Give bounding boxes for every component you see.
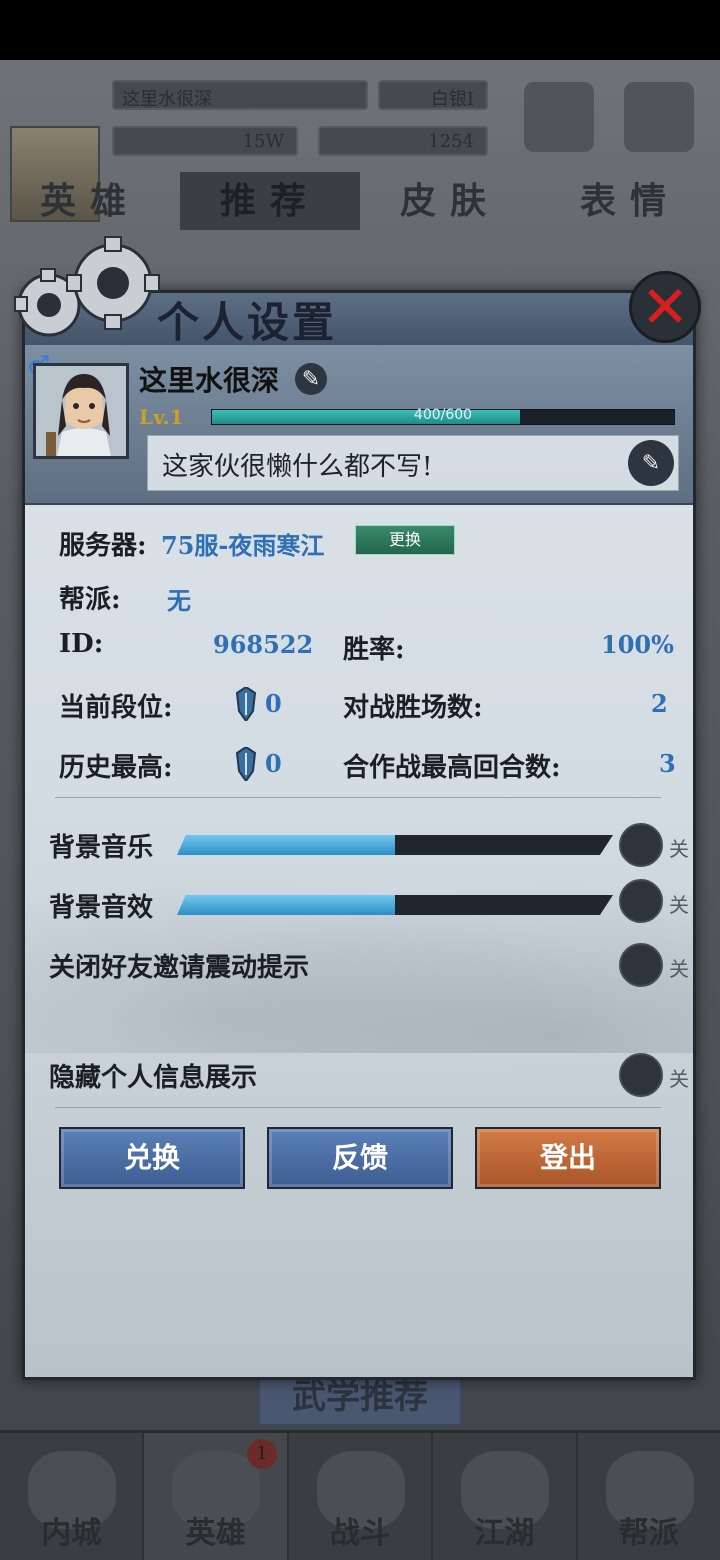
server-value: 75服-夜雨寒江 bbox=[161, 531, 325, 560]
status-bar bbox=[0, 0, 720, 60]
server-label: 服务器: bbox=[59, 531, 147, 561]
divider bbox=[55, 797, 661, 798]
current-rank-label: 当前段位: bbox=[59, 693, 173, 723]
nav-guild[interactable]: 帮派 bbox=[578, 1433, 720, 1560]
sfx-toggle[interactable] bbox=[619, 879, 663, 923]
feedback-button[interactable]: 反馈 bbox=[267, 1127, 453, 1189]
wins-value: 2 bbox=[651, 689, 668, 718]
currency-value-1: 15W bbox=[242, 131, 284, 152]
exp-text: 400/600 bbox=[413, 407, 473, 423]
nav-battle-label: 战斗 bbox=[330, 1516, 391, 1551]
divider bbox=[55, 1107, 661, 1108]
bottom-nav: 内城 英雄 1 战斗 江湖 帮派 bbox=[0, 1430, 720, 1560]
nickname: 这里水很深 bbox=[139, 364, 280, 397]
avatar[interactable] bbox=[33, 363, 129, 459]
currency-value-2: 1254 bbox=[428, 131, 474, 152]
wins-label: 对战胜场数: bbox=[343, 693, 483, 723]
hero-tabs: 英雄 推荐 皮肤 表情 bbox=[0, 172, 720, 230]
music-slider[interactable] bbox=[177, 835, 613, 855]
slider-fill bbox=[177, 835, 395, 855]
nav-battle[interactable]: 战斗 bbox=[289, 1433, 434, 1560]
settings-gear-icon[interactable] bbox=[624, 82, 694, 152]
slider-fill bbox=[177, 895, 395, 915]
tab-recommend[interactable]: 推荐 bbox=[180, 172, 360, 230]
tab-skins[interactable]: 皮肤 bbox=[360, 172, 540, 230]
nav-heroes[interactable]: 英雄 1 bbox=[144, 1433, 289, 1560]
personal-settings-dialog: 个人设置 ✕ ♂ 这里水很深 ✎ Lv.1 400 bbox=[14, 236, 701, 1380]
exp-bar: 400/600 bbox=[211, 407, 675, 425]
currency-bar-2: 1254 bbox=[318, 126, 488, 156]
redeem-button[interactable]: 兑换 bbox=[59, 1127, 245, 1189]
gear-icon bbox=[14, 236, 160, 337]
id-value: 968522 bbox=[213, 630, 314, 659]
music-label: 背景音乐 bbox=[49, 833, 154, 863]
close-button[interactable]: ✕ bbox=[629, 271, 701, 343]
player-name-bar: 这里水很深 bbox=[112, 80, 368, 110]
music-toggle[interactable] bbox=[619, 823, 663, 867]
tab-emotes[interactable]: 表情 bbox=[540, 172, 720, 230]
winrate-label: 胜率: bbox=[343, 635, 405, 665]
sfx-toggle-text: 关 bbox=[669, 893, 689, 917]
avatar-portrait bbox=[36, 366, 126, 456]
sfx-label: 背景音效 bbox=[49, 893, 154, 923]
nav-badge: 1 bbox=[246, 1439, 277, 1469]
hide-info-toggle[interactable] bbox=[619, 1053, 663, 1097]
best-rank-label: 历史最高: bbox=[59, 753, 173, 783]
nav-heroes-label: 英雄 bbox=[185, 1516, 246, 1551]
signature-box[interactable]: 这家伙很懒什么都不写! ✎ bbox=[147, 435, 679, 491]
rank-text: 白银Ⅰ bbox=[430, 89, 474, 110]
signature-text: 这家伙很懒什么都不写! bbox=[162, 452, 433, 482]
hide-info-toggle-text: 关 bbox=[669, 1067, 689, 1091]
best-rank-value: 0 bbox=[265, 749, 282, 778]
nav-jianghu[interactable]: 江湖 bbox=[433, 1433, 578, 1560]
nav-city[interactable]: 内城 bbox=[0, 1433, 145, 1560]
vibrate-label: 关闭好友邀请震动提示 bbox=[49, 953, 310, 983]
guild-label: 帮派: bbox=[59, 585, 121, 615]
id-label: ID: bbox=[59, 629, 104, 659]
close-icon: ✕ bbox=[640, 273, 690, 341]
profile-panel: ♂ 这里水很深 ✎ Lv.1 400/600 这家伙很懒 bbox=[25, 345, 693, 505]
bag-icon[interactable] bbox=[524, 82, 594, 152]
vibrate-toggle-text: 关 bbox=[669, 957, 689, 981]
dialog-title: 个人设置 bbox=[157, 298, 338, 347]
rank-bar: 白银Ⅰ bbox=[378, 80, 488, 110]
winrate-value: 100% bbox=[601, 630, 674, 659]
player-name: 这里水很深 bbox=[122, 89, 212, 110]
level-label: Lv.1 bbox=[139, 405, 184, 429]
tab-heroes[interactable]: 英雄 bbox=[0, 172, 180, 230]
vibrate-toggle[interactable] bbox=[619, 943, 663, 987]
rank-badge-icon bbox=[235, 747, 257, 781]
nav-city-label: 内城 bbox=[41, 1516, 102, 1551]
guild-value: 无 bbox=[167, 586, 191, 615]
current-rank-value: 0 bbox=[265, 689, 282, 718]
coop-rounds-label: 合作战最高回合数: bbox=[343, 753, 561, 783]
music-toggle-text: 关 bbox=[669, 837, 689, 861]
hide-info-label: 隐藏个人信息展示 bbox=[49, 1063, 258, 1093]
nav-jianghu-label: 江湖 bbox=[474, 1516, 535, 1551]
currency-bar-1: 15W bbox=[112, 126, 298, 156]
rank-badge-icon bbox=[235, 687, 257, 721]
logout-button[interactable]: 登出 bbox=[475, 1127, 661, 1189]
brush-icon: ✎ bbox=[301, 366, 321, 392]
coop-rounds-value: 3 bbox=[659, 749, 676, 778]
sfx-slider[interactable] bbox=[177, 895, 613, 915]
swap-server-button[interactable]: 更换 bbox=[355, 525, 455, 555]
edit-signature-button[interactable]: ✎ bbox=[628, 440, 674, 486]
nav-guild-label: 帮派 bbox=[618, 1516, 679, 1551]
brush-icon: ✎ bbox=[641, 450, 661, 476]
edit-name-button[interactable]: ✎ bbox=[295, 363, 327, 395]
